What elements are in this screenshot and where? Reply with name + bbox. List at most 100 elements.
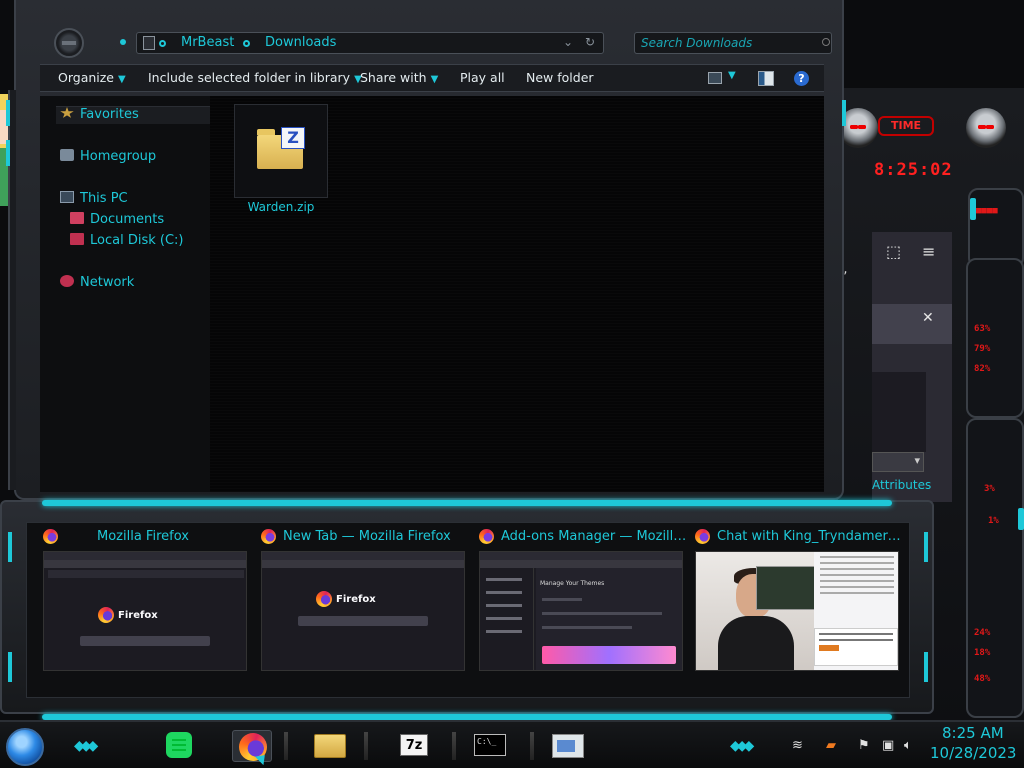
navigation-bar: MrBeast Downloads ⌄ ↻ (44, 26, 832, 60)
gadget-readout: 63% (974, 324, 991, 334)
navigation-pane: Favorites Homegroup This PC Documents Lo… (40, 96, 210, 492)
window-accent (6, 100, 10, 126)
zip-archive-icon: Z (257, 127, 305, 169)
taskbar-spotify-button[interactable] (158, 730, 198, 762)
network-icon[interactable]: ▣ (882, 738, 894, 753)
thumbnail-window[interactable]: Chat with King_Tryndamere i... (695, 527, 905, 695)
app-tray-icon[interactable]: ▰ (826, 738, 836, 753)
taskbar-7zip-button[interactable]: 7z (394, 730, 434, 762)
gadget-time-badge: TIME (878, 116, 934, 136)
taskbar-separator (364, 732, 368, 760)
action-center-flag-icon[interactable]: ⚑ (858, 738, 870, 753)
breadcrumb-item[interactable]: Downloads (265, 35, 336, 50)
clock-date[interactable]: 10/28/2023 (930, 744, 1016, 762)
nav-item-homegroup[interactable]: Homegroup (60, 149, 156, 164)
breadcrumb-item[interactable]: MrBeast (181, 35, 234, 50)
refresh-icon[interactable]: ↻ (585, 35, 595, 49)
dropdown-select[interactable] (872, 452, 924, 472)
taskbar-accent: ◆◆◆ (730, 738, 754, 754)
new-folder-button[interactable]: New folder (526, 70, 594, 85)
gadget-accent (970, 198, 976, 220)
preview-pane-icon[interactable] (758, 71, 774, 86)
nav-item-documents[interactable]: Documents (70, 212, 164, 227)
system-tray: ≋ ▰ ⚑ ▣ 🔈︎ 8:25 AM 10/28/2023 (790, 720, 1024, 768)
spotify-icon (166, 732, 192, 758)
gadget-readout: 82% (974, 364, 991, 374)
taskbar-menu-icon[interactable]: ≋ (792, 738, 803, 753)
taskbar-separator (284, 732, 288, 760)
thumbnail-image[interactable]: Manage Your Themes (479, 551, 683, 671)
gadget-frame (968, 188, 1024, 268)
chevron-down-icon: ▼ (430, 74, 439, 85)
drive-icon (70, 233, 84, 245)
location-icon (143, 36, 155, 50)
thumbnail-title[interactable]: Add-ons Manager — Mozilla... (479, 529, 689, 547)
thumbnail-window[interactable]: Mozilla Firefox Firefox (43, 527, 253, 695)
taskbar-explorer-button[interactable] (310, 730, 350, 762)
preview-accent (924, 652, 928, 682)
computer-icon (60, 191, 74, 203)
gadget-clock: 8:25:02 (874, 160, 953, 180)
volume-icon[interactable]: 🔈︎ (904, 738, 912, 753)
gadget-readout: 3% (984, 484, 995, 494)
preview-accent (924, 532, 928, 562)
panel-content (872, 372, 926, 452)
file-name[interactable]: Warden.zip (234, 200, 328, 214)
nav-item-favorites[interactable]: Favorites (60, 107, 139, 122)
breadcrumb-separator-icon (243, 40, 250, 47)
taskbar-cmd-button[interactable]: C:\_ (470, 730, 510, 762)
paint-icon (552, 734, 584, 758)
window-accent (6, 140, 10, 166)
thumbnail-label: Manage Your Themes (540, 580, 605, 587)
hamburger-menu-icon[interactable]: ≡ (922, 242, 935, 261)
taskbar-separator (452, 732, 456, 760)
gadget-readout: 24% (974, 628, 991, 638)
include-in-library-button[interactable]: Include selected folder in library ▼ (148, 70, 362, 85)
play-all-button[interactable]: Play all (460, 70, 505, 85)
thumbnail-window[interactable]: Add-ons Manager — Mozilla... Manage Your… (479, 527, 689, 695)
gadget-readout: ■■■■ (976, 206, 998, 216)
search-icon[interactable] (822, 38, 830, 46)
7zip-icon: 7z (400, 734, 428, 756)
thumbnail-title[interactable]: Mozilla Firefox (43, 529, 253, 547)
thumbnail-title[interactable]: New Tab — Mozilla Firefox (261, 529, 471, 547)
preview-accent (42, 500, 892, 506)
tab-attributes[interactable]: Attributes (872, 478, 932, 496)
change-view-icon[interactable] (708, 72, 722, 84)
start-button[interactable] (6, 728, 44, 766)
preview-accent (8, 652, 12, 682)
cmd-icon: C:\_ (474, 734, 506, 756)
star-icon (60, 107, 74, 118)
thumbnail-title[interactable]: Chat with King_Tryndamere i... (695, 529, 905, 547)
homegroup-icon (60, 149, 74, 161)
thumbnail-image[interactable]: Firefox (43, 551, 247, 671)
chevron-down-icon[interactable]: ⌄ (563, 35, 573, 49)
close-icon[interactable]: ✕ (922, 310, 934, 326)
thumbnail-image[interactable] (695, 551, 899, 671)
address-bar[interactable]: MrBeast Downloads ⌄ ↻ (136, 32, 604, 54)
gadget-readout: 79% (974, 344, 991, 354)
thumbnail-image[interactable]: Firefox (261, 551, 465, 671)
nav-item-network[interactable]: Network (60, 275, 134, 290)
preview-thumbnails: Mozilla Firefox Firefox New Tab — Mozill… (26, 522, 910, 698)
chevron-down-icon[interactable]: ▼ (728, 70, 736, 81)
gadget-frame (966, 418, 1024, 718)
file-explorer-window: MrBeast Downloads ⌄ ↻ Organize▼ Include … (6, 0, 846, 500)
search-input[interactable] (634, 32, 832, 54)
back-forward-button[interactable] (54, 28, 84, 58)
nav-item-local-disk[interactable]: Local Disk (C:) (70, 233, 183, 248)
taskbar-paint-button[interactable] (548, 730, 588, 762)
gadget-readout: 48% (974, 674, 991, 684)
help-icon[interactable]: ? (794, 71, 809, 86)
gadget-readout: 18% (974, 648, 991, 658)
clock-time[interactable]: 8:25 AM (942, 724, 1004, 742)
file-list[interactable]: Z Warden.zip (210, 96, 824, 492)
extensions-icon[interactable]: ⬚ (886, 242, 901, 261)
share-with-button[interactable]: Share with ▼ (360, 70, 438, 85)
nav-item-this-pc[interactable]: This PC (60, 191, 128, 206)
file-item[interactable]: Z (234, 104, 328, 198)
window-accent (842, 100, 846, 126)
nav-indicator-icon (120, 39, 126, 45)
thumbnail-window[interactable]: New Tab — Mozilla Firefox Firefox (261, 527, 471, 695)
organize-button[interactable]: Organize ▼ (58, 70, 126, 85)
